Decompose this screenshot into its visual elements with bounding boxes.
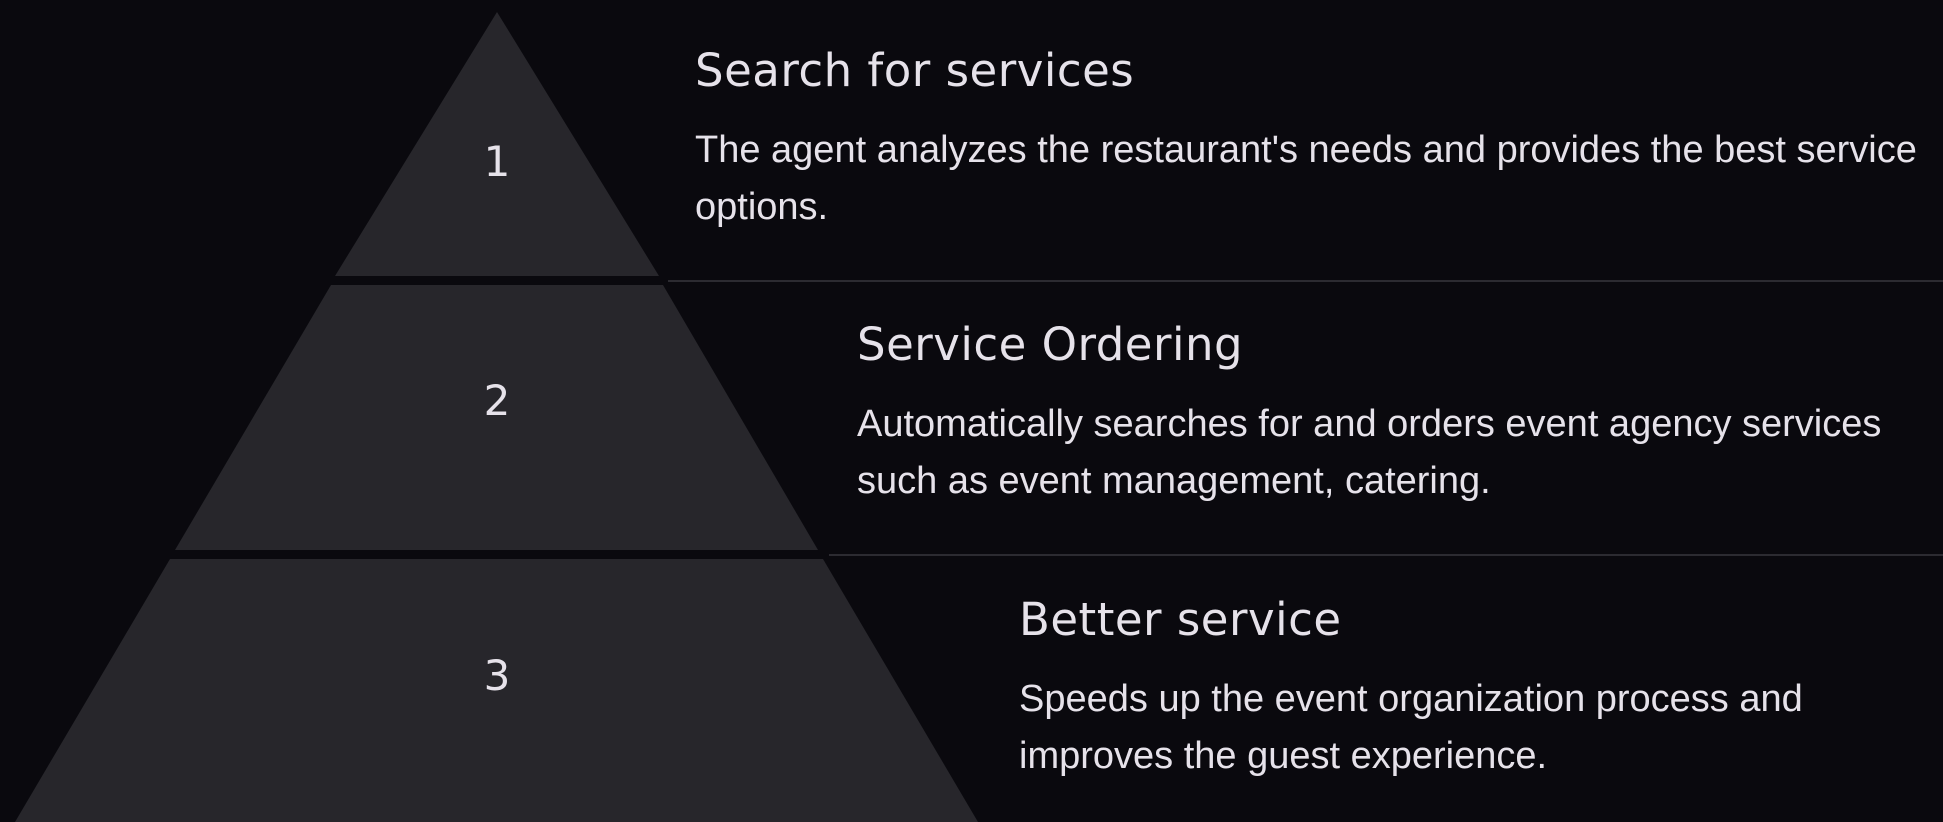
tier-2-number: 2 [484,376,511,425]
step-3-description: Speeds up the event organization process… [1019,678,1803,777]
divider-1 [668,280,1943,282]
step-2: Service Ordering Automatically searches … [857,318,1923,510]
tier-1-number: 1 [484,137,511,186]
pyramid-diagram: 1 2 3 Search for services The agent anal… [0,0,1943,822]
step-1: Search for services The agent analyzes t… [695,44,1923,236]
step-1-description: The agent analyzes the restaurant's need… [695,129,1917,228]
step-3: Better service Speeds up the event organ… [1019,593,1923,785]
step-2-title: Service Ordering [857,318,1244,371]
divider-2 [829,554,1943,556]
tier-3-number: 3 [484,651,511,700]
step-2-description: Automatically searches for and orders ev… [857,403,1882,502]
step-3-title: Better service [1019,593,1342,646]
step-1-title: Search for services [695,44,1135,97]
